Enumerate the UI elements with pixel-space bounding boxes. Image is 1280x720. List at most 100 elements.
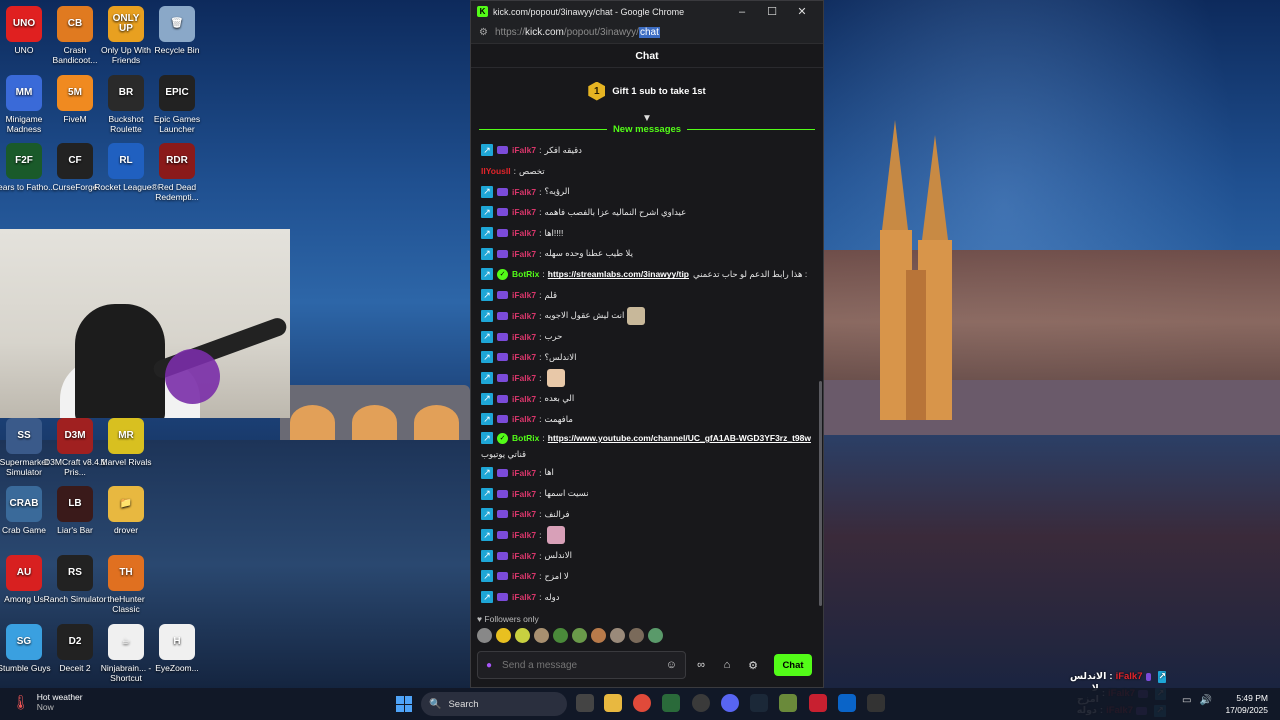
chat-username[interactable]: iFalk7 bbox=[512, 394, 536, 404]
obs-icon[interactable] bbox=[692, 694, 710, 712]
maximize-icon[interactable]: ☐ bbox=[757, 5, 787, 18]
chat-username[interactable]: iFalk7 bbox=[512, 468, 536, 478]
app-icon[interactable] bbox=[867, 694, 885, 712]
weather-widget[interactable]: 🌡 Hot weather Now bbox=[12, 692, 83, 712]
emote-image-icon[interactable] bbox=[627, 306, 646, 325]
chat-message[interactable]: ↗ iFalk7: عيداوي اشرح النماليه عزا بالفصب … bbox=[481, 202, 813, 223]
app-icon[interactable] bbox=[809, 694, 827, 712]
chat-message[interactable]: ↗ iFalk7: الاندلس؟ bbox=[481, 347, 813, 368]
chat-message[interactable]: ↗ iFalk7: دوله bbox=[481, 587, 813, 608]
minimize-icon[interactable]: – bbox=[727, 6, 757, 18]
send-chat-button[interactable]: Chat bbox=[774, 654, 812, 676]
desktop-icon[interactable]: EPIC Epic Games Launcher bbox=[144, 75, 210, 134]
chat-username[interactable]: iFalk7 bbox=[512, 249, 536, 259]
emote-icon[interactable] bbox=[591, 628, 606, 643]
chat-username[interactable]: iFalk7 bbox=[512, 187, 536, 197]
network-icon[interactable]: ▭ bbox=[1182, 695, 1191, 706]
file-explorer-icon[interactable] bbox=[604, 694, 622, 712]
emote-quick-bar[interactable] bbox=[477, 628, 663, 643]
chat-message[interactable]: ↗ iFalk7: bbox=[481, 525, 813, 546]
chat-message[interactable]: ↗ iFalk7: الرؤيه؟ bbox=[481, 181, 813, 202]
chat-message[interactable]: ↗ iFalk7: اها bbox=[481, 463, 813, 484]
desktop-icon[interactable]: TH theHunter Classic bbox=[93, 555, 159, 614]
chat-message[interactable]: ↗ iFalk7: فرالنف bbox=[481, 504, 813, 525]
steam-icon[interactable] bbox=[750, 694, 768, 712]
emote-icon[interactable] bbox=[515, 628, 530, 643]
emote-icon[interactable] bbox=[610, 628, 625, 643]
emote-icon[interactable] bbox=[648, 628, 663, 643]
chat-username[interactable]: iFalk7 bbox=[512, 373, 536, 383]
chat-username[interactable]: iFalk7 bbox=[512, 489, 536, 499]
chat-message[interactable]: ↗ iFalk7: مافهمت bbox=[481, 409, 813, 430]
chat-message[interactable]: ↗ iFalk7: اها!!!! bbox=[481, 223, 813, 244]
emoji-icon[interactable]: ☺ bbox=[666, 659, 677, 671]
chat-message[interactable]: ↗ iFalk7: bbox=[481, 368, 813, 389]
emote-icon[interactable] bbox=[477, 628, 492, 643]
outlook-icon[interactable] bbox=[838, 694, 856, 712]
gear-icon[interactable]: ⚙ bbox=[742, 659, 764, 672]
emote-icon[interactable] bbox=[553, 628, 568, 643]
discord-icon[interactable] bbox=[721, 694, 739, 712]
volume-icon[interactable]: 🔊 bbox=[1199, 695, 1211, 706]
chat-message[interactable]: ↗ iFalk7: لا امزح bbox=[481, 566, 813, 587]
emote-image-icon[interactable] bbox=[547, 368, 566, 387]
chat-message[interactable]: ↗ iFalk7: انت ليش عقول الاجوبه bbox=[481, 306, 813, 327]
chat-username[interactable]: IIYousII bbox=[481, 166, 511, 176]
chat-input-box[interactable]: ● ☺ bbox=[477, 651, 686, 679]
gift-sub-banner[interactable]: 1 Gift 1 sub to take 1st bbox=[471, 68, 823, 114]
chat-message[interactable]: ↗ iFalk7: دقيقه افكر bbox=[481, 140, 813, 161]
window-titlebar[interactable]: K kick.com/popout/3inawyy/chat - Google … bbox=[471, 1, 823, 22]
close-icon[interactable]: ✕ bbox=[787, 5, 817, 18]
game-app-icon[interactable] bbox=[779, 694, 797, 712]
emote-image-icon[interactable] bbox=[547, 526, 566, 545]
desktop-icon[interactable]: 🗑 Recycle Bin bbox=[144, 6, 210, 55]
excel-icon[interactable] bbox=[662, 694, 680, 712]
chat-message[interactable]: ↗ ✓ BotRix: https://www.youtube.com/channel… bbox=[481, 430, 813, 463]
chat-username[interactable]: iFalk7 bbox=[512, 509, 536, 519]
desktop-icon[interactable]: 📁 drover bbox=[93, 486, 159, 535]
chat-link[interactable]: https://www.youtube.com/channel/UC_gfA1A… bbox=[548, 433, 811, 443]
chat-username[interactable]: iFalk7 bbox=[512, 592, 536, 602]
chat-username[interactable]: iFalk7 bbox=[512, 530, 536, 540]
chat-message-input[interactable] bbox=[502, 659, 666, 671]
chat-message[interactable]: ↗ iFalk7: الاندلس bbox=[481, 545, 813, 566]
desktop-icon[interactable]: MR Marvel Rivals bbox=[93, 418, 159, 467]
chat-message[interactable]: ↗ iFalk7: الي بعده bbox=[481, 388, 813, 409]
chat-message[interactable]: ↗ ✓ BotRix: https://streamlabs.com/3inawyy/… bbox=[481, 264, 813, 285]
chat-message[interactable]: ↗ iFalk7: يلا طيب عطنا وحده سهله bbox=[481, 243, 813, 264]
chat-username[interactable]: iFalk7 bbox=[512, 290, 536, 300]
chat-username[interactable]: iFalk7 bbox=[512, 228, 536, 238]
emote-icon[interactable] bbox=[572, 628, 587, 643]
chrome-icon[interactable] bbox=[633, 694, 651, 712]
system-tray[interactable]: ▭ 🔊 bbox=[1182, 695, 1212, 706]
emote-icon[interactable] bbox=[534, 628, 549, 643]
chat-username[interactable]: iFalk7 bbox=[512, 551, 536, 561]
desktop-icon[interactable]: RDR Red Dead Redempti... bbox=[144, 143, 210, 202]
store-icon[interactable]: ⌂ bbox=[716, 659, 738, 671]
chat-username[interactable]: BotRix bbox=[512, 433, 539, 443]
chat-username[interactable]: iFalk7 bbox=[512, 332, 536, 342]
mic-icon[interactable]: ● bbox=[486, 660, 492, 671]
chat-username[interactable]: BotRix bbox=[512, 269, 539, 279]
address-bar[interactable]: ⚙ https:// kick.com /popout/3inawyy/ cha… bbox=[471, 22, 823, 44]
scroll-down-icon[interactable]: ▼ bbox=[636, 113, 658, 124]
chat-username[interactable]: iFalk7 bbox=[512, 207, 536, 217]
taskbar-clock[interactable]: 5:49 PM 17/09/2025 bbox=[1225, 692, 1268, 716]
start-button[interactable] bbox=[396, 696, 412, 712]
chat-message[interactable]: ↗ iFalk7: نسيت اسمها bbox=[481, 483, 813, 504]
desktop-icon[interactable]: H EyeZoom... bbox=[144, 624, 210, 673]
chat-message[interactable]: ↗ iFalk7: قلم bbox=[481, 285, 813, 306]
emote-icon[interactable] bbox=[629, 628, 644, 643]
chat-scrollbar[interactable] bbox=[819, 381, 822, 606]
chat-username[interactable]: iFalk7 bbox=[512, 145, 536, 155]
chat-username[interactable]: iFalk7 bbox=[512, 311, 536, 321]
new-messages-divider[interactable]: ▼ New messages bbox=[479, 113, 815, 136]
taskbar-search[interactable]: 🔍 Search bbox=[421, 692, 567, 716]
chat-username[interactable]: iFalk7 bbox=[512, 571, 536, 581]
emote-icon[interactable] bbox=[496, 628, 511, 643]
points-icon[interactable]: ∞ bbox=[690, 659, 712, 671]
task-view-icon[interactable] bbox=[576, 694, 594, 712]
chat-message[interactable]: ↗ iFalk7: حرب bbox=[481, 326, 813, 347]
chat-message[interactable]: IIYousII: تخصص bbox=[481, 161, 813, 182]
chat-link[interactable]: https://streamlabs.com/3inawyy/tip bbox=[548, 269, 689, 279]
